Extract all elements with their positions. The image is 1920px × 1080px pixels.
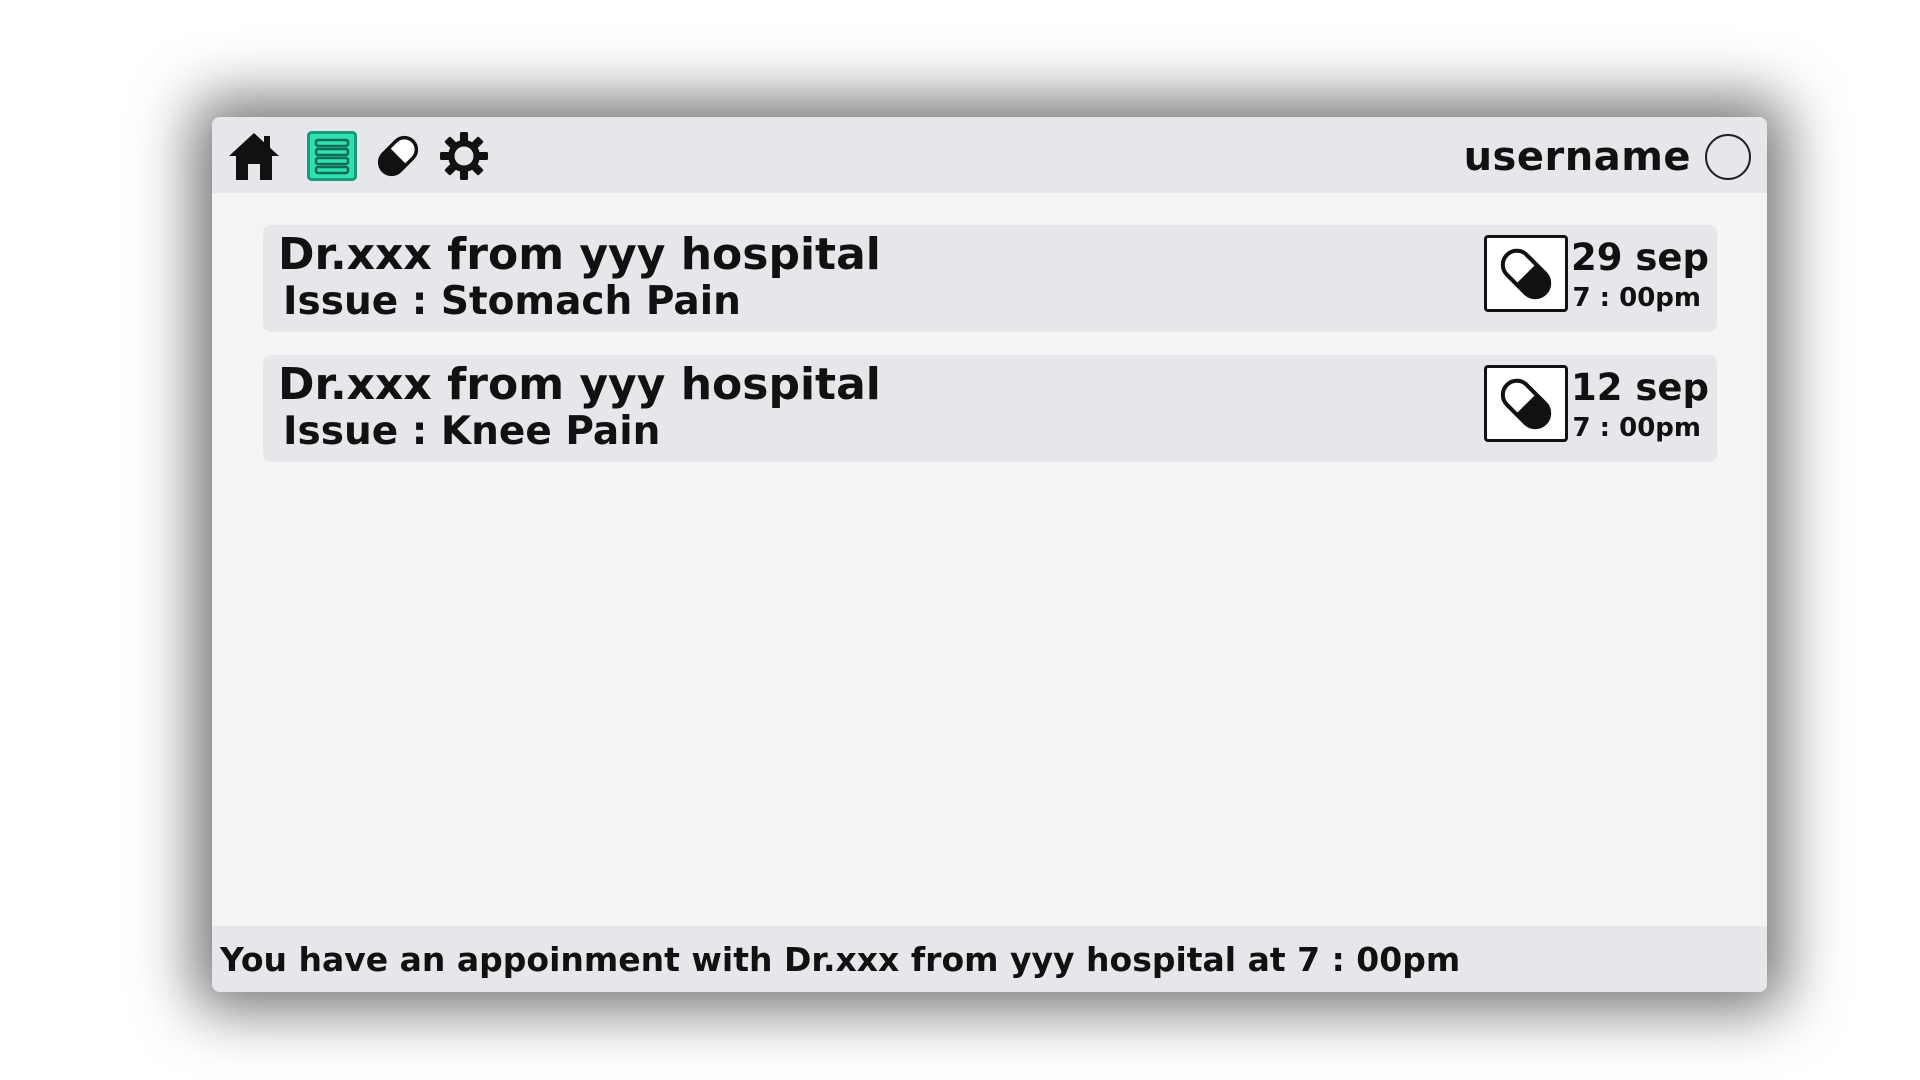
- gear-icon[interactable]: [436, 129, 492, 183]
- home-icon[interactable]: [226, 129, 282, 183]
- issue-text: Issue : Knee Pain: [283, 409, 661, 454]
- pill-icon[interactable]: [1484, 365, 1568, 442]
- appointment-time: 7 : 00pm: [1572, 283, 1701, 313]
- appointment-list: Dr.xxx from yyy hospital Issue : Stomach…: [263, 225, 1717, 485]
- avatar[interactable]: [1705, 134, 1751, 180]
- notification-bar: You have an appoinment with Dr.xxx from …: [212, 926, 1767, 992]
- doctor-name: Dr.xxx from yyy hospital: [278, 229, 881, 280]
- appointment-date: 12 sep: [1571, 366, 1709, 409]
- appointment-row[interactable]: Dr.xxx from yyy hospital Issue : Knee Pa…: [263, 355, 1717, 462]
- issue-text: Issue : Stomach Pain: [283, 279, 741, 324]
- pill-icon[interactable]: [370, 129, 426, 183]
- top-bar: username: [212, 117, 1767, 193]
- username-label: username: [1463, 134, 1691, 180]
- doctor-name: Dr.xxx from yyy hospital: [278, 359, 881, 410]
- app-window: username Dr.xxx from yyy hospital Issue …: [212, 117, 1767, 992]
- appointment-row[interactable]: Dr.xxx from yyy hospital Issue : Stomach…: [263, 225, 1717, 332]
- list-icon[interactable]: [304, 129, 360, 183]
- user-menu[interactable]: username: [1464, 134, 1751, 180]
- appointment-date: 29 sep: [1571, 236, 1709, 279]
- appointment-time: 7 : 00pm: [1572, 413, 1701, 443]
- notification-message: You have an appoinment with Dr.xxx from …: [220, 940, 1461, 979]
- pill-icon[interactable]: [1484, 235, 1568, 312]
